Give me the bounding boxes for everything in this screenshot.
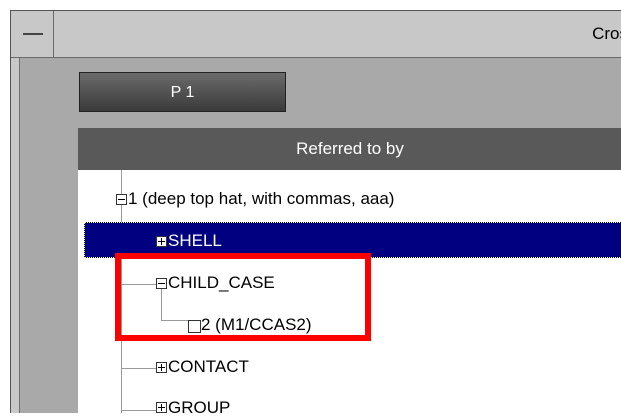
window-title: Cros xyxy=(592,24,621,43)
minimize-dash-icon xyxy=(23,33,43,35)
expand-toggle-icon[interactable] xyxy=(156,236,167,247)
tree-item-label[interactable]: GROUP xyxy=(168,398,230,418)
tree-item-label[interactable]: CONTACT xyxy=(168,357,249,377)
expand-toggle-icon[interactable] xyxy=(156,362,167,373)
outer-background xyxy=(0,0,10,412)
tree-line xyxy=(121,368,156,369)
collapse-toggle-icon[interactable] xyxy=(116,194,127,205)
tree-item-label[interactable]: SHELL xyxy=(168,231,222,251)
referred-to-by-header[interactable]: Referred to by xyxy=(78,128,621,170)
window-menu-button[interactable] xyxy=(11,11,54,57)
tree-root-label[interactable]: 1 (deep top hat, with commas, aaa) xyxy=(128,189,394,209)
red-annotation-box xyxy=(115,253,371,341)
tab-p1[interactable]: P 1 xyxy=(79,72,286,112)
title-bar: Cros xyxy=(11,11,621,58)
cross-reference-window: Cros P 1 Referred to by 1 (deep top hat,… xyxy=(10,10,621,417)
left-border xyxy=(11,58,20,413)
expand-toggle-icon[interactable] xyxy=(156,402,167,413)
tree-line xyxy=(121,410,156,411)
